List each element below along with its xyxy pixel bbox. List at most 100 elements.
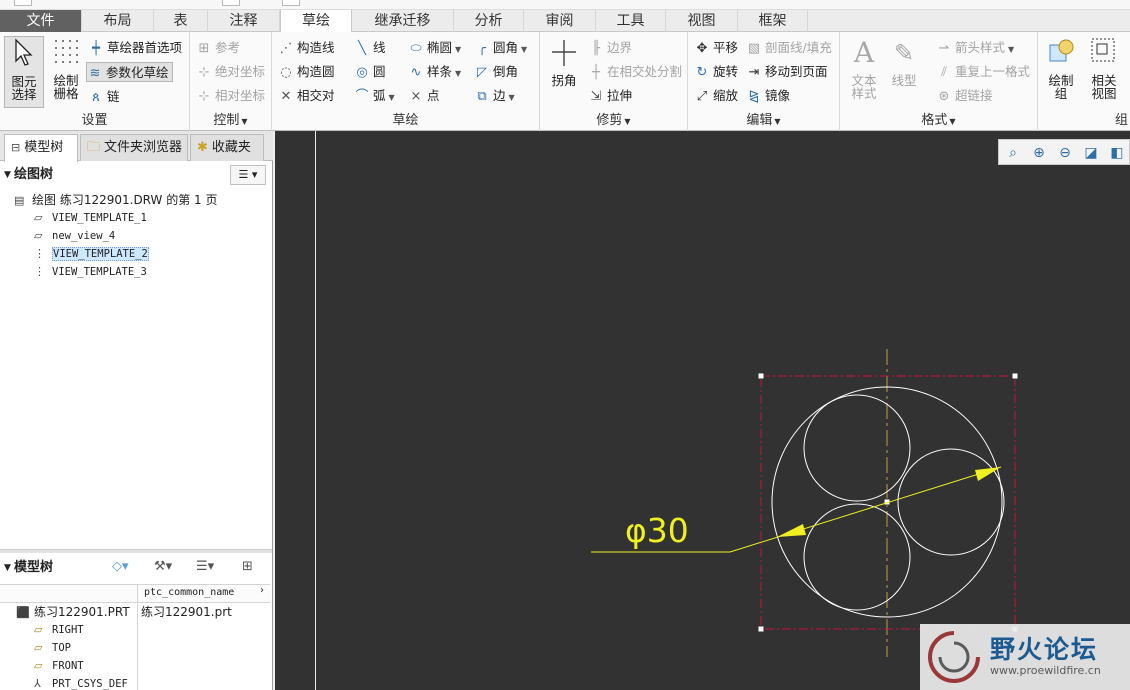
parametric-sketch-button[interactable]: ≋ 参数化草绘 [86,62,173,82]
crosshair-icon: ┿ [92,41,100,56]
sketcher-preferences-button[interactable]: ┿ 草绘器首选项 [88,38,182,58]
construction-circle-button[interactable]: ◌ 构造圆 [278,62,334,82]
chevron-down-icon: ▼ [949,117,956,126]
repeat-format-button[interactable]: ⫽ 重复上一格式 [936,62,1030,82]
graphics-window[interactable]: φ30 ⌕ ⊕ ⊖ ◪ ◧ 野火论坛 www.proewildfire.cn [275,131,1130,690]
related-view-button[interactable]: 相关视图 [1084,36,1124,100]
drawing-tree-settings-button[interactable]: ☰ ▾ [230,165,266,185]
scale-icon: ⤢ [696,89,708,104]
selection-handle[interactable] [757,372,765,380]
tab-sketch[interactable]: 草绘 [280,10,352,33]
show-filter-icon[interactable]: ◇▾ [112,559,129,574]
diameter-dimension-text[interactable]: φ30 [625,513,689,549]
chamfer-button[interactable]: ◸ 倒角 [474,62,518,82]
sketch-grid-button[interactable]: 绘制栅格 [48,36,84,100]
divide-at-intersection-button[interactable]: ┼ 在相交处分割 [588,62,682,82]
tree-item-view[interactable]: ▱ VIEW_TEMPLATE_1 [34,209,147,227]
tab-model-tree[interactable]: ⊟ 模型树 [4,134,78,162]
list-settings-icon[interactable]: ☰▾ [196,559,214,574]
quick-access-button[interactable] [282,0,300,6]
tab-tools[interactable]: 工具 [596,10,666,32]
rotate-button[interactable]: ↻ 旋转 [694,62,738,82]
selection-handle[interactable] [1011,372,1019,380]
hatch-fill-button[interactable]: ▧ 剖面线/填充 [746,38,832,58]
chain-button[interactable]: ጰ链 [88,87,119,107]
chain-icon: ጰ [92,90,100,105]
inner-circle[interactable] [803,503,911,611]
quick-access-button[interactable] [222,0,240,6]
circle-button[interactable]: ◎ 圆 [354,62,385,82]
stretch-button[interactable]: ⇲ 拉伸 [588,86,632,106]
search-tree-icon[interactable]: ⊞ [242,559,253,574]
refit-icon[interactable]: ⌕ [1003,143,1023,163]
absolute-coords-button[interactable]: ⊹ 绝对坐标 [196,62,265,82]
spline-button[interactable]: ∿ 样条 ▼ [408,62,462,82]
tab-annotate[interactable]: 注释 [208,10,280,32]
drawing-tree-root[interactable]: ▤ 绘图 练习122901.DRW 的第 1 页 [14,191,217,209]
stretch-icon: ⇲ [590,89,602,104]
quick-access-button[interactable] [14,0,32,6]
group-control-label[interactable]: 控制 ▼ [190,112,271,130]
intersection-button[interactable]: ✕ 相交对 [278,86,335,106]
tab-favorites[interactable]: ✱ 收藏夹 [190,134,264,161]
select-entities-button[interactable]: 图元选择 [4,36,44,108]
view-template-icon: ⋮ [34,265,45,278]
group-trim-label[interactable]: 修剪 ▼ [540,112,687,130]
tab-file[interactable]: 文件 [0,10,82,32]
repaint-icon[interactable]: ◪ [1081,143,1101,163]
tab-table[interactable]: 表 [154,10,208,32]
tab-folder-browser[interactable]: 🗀 文件夹浏览器 [80,134,188,161]
tab-view[interactable]: 视图 [666,10,738,32]
display-style-icon[interactable]: ◧ [1107,143,1127,163]
scale-button[interactable]: ⤢ 缩放 [694,86,738,106]
coordinate-system-icon: ⅄ [34,677,41,690]
tree-item-view-selected[interactable]: ⋮ VIEW_TEMPLATE_2 [34,245,149,263]
fillet-button[interactable]: ╭ 圆角 ▼ [474,38,527,58]
ellipse-button[interactable]: ⬭ 椭圆 ▼ [408,38,461,58]
zoom-in-icon[interactable]: ⊕ [1029,143,1049,163]
move-to-page-button[interactable]: ⇥ 移动到页面 [746,62,828,82]
arc-button[interactable]: ⌒ 弧 ▼ [354,86,394,106]
tab-layout[interactable]: 布局 [82,10,154,32]
column-divider[interactable] [137,585,138,690]
tree-item-csys[interactable]: ⅄ PRT_CSYS_DEF [34,675,128,690]
tab-review[interactable]: 审阅 [524,10,596,32]
tab-legacy-migration[interactable]: 继承迁移 [352,10,454,32]
translate-button[interactable]: ✥ 平移 [694,38,738,58]
model-tree-root[interactable]: ⬛ 练习122901.PRT [16,603,130,621]
column-more-icon[interactable]: › [260,585,264,596]
tree-item-datum-plane[interactable]: ▱ TOP [34,639,71,657]
tab-framework[interactable]: 框架 [738,10,808,32]
line-style-button[interactable]: ✎ 线型 [886,36,922,87]
part-icon: ⬛ [16,606,30,619]
point-button[interactable]: × 点 [408,86,440,106]
text-style-icon: A [853,36,875,69]
group-trim: 拐角 ╟ 边界 ┼ 在相交处分割 ⇲ 拉伸 修剪 ▼ [540,32,688,131]
reference-button[interactable]: ⊞ 参考 [196,38,240,58]
hyperlink-button[interactable]: ⊛ 超链接 [936,86,993,106]
tree-item-datum-plane[interactable]: ▱ RIGHT [34,621,84,639]
column-header-common-name[interactable]: ptc_common_name [144,587,234,598]
zoom-out-icon[interactable]: ⊖ [1055,143,1075,163]
inner-circle[interactable] [897,448,1005,556]
group-edit-label[interactable]: 编辑 ▼ [688,112,839,130]
inner-circle[interactable] [803,394,911,502]
tools-icon[interactable]: ⚒▾ [154,559,172,574]
construction-line-button[interactable]: ⋰ 构造线 [278,38,335,58]
relative-coords-button[interactable]: ⊹ 相对坐标 [196,86,265,106]
mirror-button[interactable]: ⧎ 镜像 [746,86,790,106]
selection-handle[interactable] [757,625,765,633]
edge-button[interactable]: ⧉ 边 ▼ [474,86,514,106]
group-format-label[interactable]: 格式 ▼ [840,112,1037,130]
corner-button[interactable]: 拐角 [544,36,584,87]
draw-group-button[interactable]: 绘制组 [1044,36,1078,100]
arrow-style-button[interactable]: ⇀ 箭头样式 ▼ [936,38,1015,58]
panel-splitter[interactable] [0,549,272,553]
tree-item-view[interactable]: ▱ new_view_4 [34,227,115,245]
tree-item-datum-plane[interactable]: ▱ FRONT [34,657,84,675]
line-button[interactable]: ╲ 线 [354,38,385,58]
text-style-button[interactable]: A 文本样式 [844,36,884,100]
boundary-button[interactable]: ╟ 边界 [588,38,632,58]
tab-analysis[interactable]: 分析 [454,10,524,32]
tree-item-view[interactable]: ⋮ VIEW_TEMPLATE_3 [34,263,147,281]
